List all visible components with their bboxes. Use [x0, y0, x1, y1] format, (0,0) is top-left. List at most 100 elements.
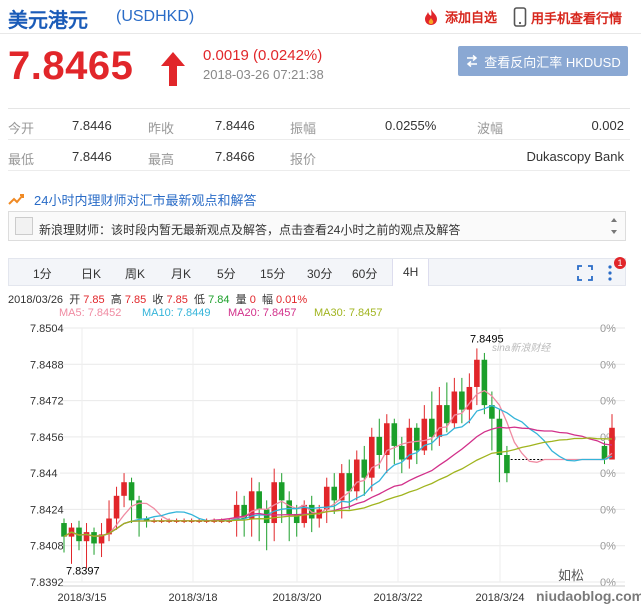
amplitude-label: 振幅 — [290, 121, 317, 136]
expert-message-box[interactable]: 新浪理财师：该时段内暂无最新观点及解答，点击查看24小时之前的观点及解答 — [8, 211, 626, 241]
x-tick-label: 2018/3/18 — [169, 592, 218, 604]
expert-heading[interactable]: 24小时内理财师对汇市最新观点和解答 — [8, 190, 256, 209]
candle-body — [414, 427, 420, 451]
reverse-rate-button[interactable]: 查看反向汇率 HKDUSD — [458, 46, 628, 76]
expert-heading-label: 24小时内理财师对汇市最新观点和解答 — [34, 193, 257, 208]
low-label: 最低 — [8, 152, 35, 167]
currency-code: (USDHKD) — [116, 8, 195, 25]
tab-monthly[interactable]: 月K — [171, 265, 191, 282]
y-tick-label: 7.8472 — [30, 396, 64, 408]
candle-body — [61, 523, 67, 537]
right-tick-label: 0% — [600, 359, 616, 371]
tab-60min[interactable]: 60分 — [352, 265, 377, 282]
tab-1min[interactable]: 1分 — [33, 265, 52, 282]
bar-volume-label: 量 — [235, 294, 247, 306]
price-change: 0.0019 (0.0242%) — [203, 47, 323, 64]
quote-timestamp: 2018-03-26 07:21:38 — [203, 67, 324, 82]
y-tick-label: 7.8488 — [30, 359, 64, 371]
swap-icon — [467, 54, 478, 68]
bar-high-label: 高 — [110, 294, 122, 306]
prev-close-value: 7.8446 — [215, 118, 255, 133]
reverse-rate-label: 查看反向汇率 HKDUSD — [484, 54, 621, 70]
candle-body — [83, 532, 90, 542]
stats-table: 今开 7.8446 昨收 7.8446 振幅 0.0255% 波幅 0.002 … — [8, 108, 630, 171]
bar-low-label: 低 — [194, 294, 206, 306]
bar-amp-label: 幅 — [261, 294, 273, 306]
tab-5min[interactable]: 5分 — [217, 265, 236, 282]
tab-15min[interactable]: 15分 — [260, 265, 285, 282]
low-value: 7.8446 — [72, 149, 112, 164]
bar-amp-value: 0.01% — [276, 294, 308, 306]
candle-body — [496, 418, 503, 455]
avatar — [15, 217, 33, 235]
author-watermark: 如松 — [558, 568, 584, 583]
scroll-arrows-icon[interactable] — [609, 215, 619, 237]
bar-close-value: 7.85 — [166, 294, 188, 306]
y-tick-label: 7.8408 — [30, 541, 64, 553]
right-tick-label: 0% — [600, 396, 616, 408]
wave-value: 0.002 — [591, 118, 624, 133]
right-tick-label: 0% — [600, 323, 616, 335]
more-icon[interactable] — [607, 264, 613, 282]
open-label: 今开 — [8, 121, 35, 136]
chart-trend-icon — [8, 193, 24, 205]
add-watchlist-label: 添加自选 — [445, 10, 498, 25]
notification-badge: 1 — [614, 257, 626, 269]
quote-source-value: Dukascopy Bank — [526, 149, 624, 164]
candle-body — [323, 486, 330, 510]
candle-body — [399, 445, 405, 460]
x-tick-label: 2018/3/15 — [58, 592, 107, 604]
candle-body — [128, 482, 135, 501]
page-title: 美元港元 — [8, 10, 88, 32]
y-tick-label: 7.8424 — [30, 504, 64, 516]
stats-row: 最低 7.8446 最高 7.8466 报价 Dukascopy Bank — [8, 140, 630, 171]
page-header: 美元港元 (USDHKD) 添加自选 用手机查看行情 — [0, 0, 641, 34]
phone-icon — [513, 7, 527, 27]
tab-daily[interactable]: 日K — [81, 265, 101, 282]
candle-body — [91, 532, 97, 544]
high-label: 最高 — [148, 152, 175, 167]
x-tick-label: 2018/3/20 — [273, 592, 322, 604]
x-tick-label: 2018/3/24 — [476, 592, 525, 604]
right-tick-label: 0% — [600, 541, 616, 553]
right-tick-label: 0% — [600, 504, 616, 516]
fullscreen-icon[interactable] — [577, 265, 593, 281]
candle-body — [436, 405, 443, 437]
right-tick-label: 0% — [600, 468, 616, 480]
stats-row: 今开 7.8446 昨收 7.8446 振幅 0.0255% 波幅 0.002 — [8, 109, 630, 140]
candle-body — [459, 391, 465, 410]
candle-body — [391, 423, 398, 446]
up-arrow-icon — [161, 52, 185, 86]
tab-weekly[interactable]: 周K — [125, 265, 145, 282]
wave-label: 波幅 — [477, 121, 504, 136]
add-watchlist-button[interactable]: 添加自选 — [421, 7, 497, 26]
bar-high-value: 7.85 — [124, 294, 147, 306]
bar-open-value: 7.85 — [83, 294, 105, 306]
candle-body — [256, 491, 262, 510]
candle-body — [444, 405, 450, 424]
candle-body — [263, 509, 270, 524]
tab-30min[interactable]: 30分 — [307, 265, 332, 282]
mobile-view-label: 用手机查看行情 — [531, 10, 623, 26]
candle-body — [361, 459, 368, 478]
bar-date: 2018/03/26 — [8, 294, 64, 306]
high-value: 7.8466 — [215, 149, 255, 164]
blog-watermark: niudaoblog.com — [536, 588, 641, 604]
candle-body — [376, 436, 383, 455]
candlestick-chart[interactable]: 7.8504 0% 7.8488 0% 7.8472 0% 7.8456 0% 7.844 0% 7… — [0, 318, 641, 614]
expert-message: 新浪理财师：该时段内暂无最新观点及解答，点击查看24小时之前的观点及解答 — [39, 223, 461, 237]
tab-4h[interactable]: 4H — [392, 259, 430, 286]
mobile-view-button[interactable]: 用手机查看行情 — [513, 7, 622, 27]
candle-body — [278, 482, 285, 501]
y-tick-label: 7.8392 — [30, 577, 64, 589]
candle-body — [429, 418, 435, 437]
candle-body — [504, 455, 510, 474]
flame-icon — [425, 8, 437, 25]
y-tick-label: 7.8456 — [30, 432, 64, 444]
bar-info: 2018/03/26 开 7.85 高 7.85 收 7.85 低 7.84 量… — [8, 291, 307, 307]
period-tabs: 1分 日K 周K 月K 5分 15分 30分 60分 4H 1 — [8, 257, 626, 286]
x-tick-label: 2018/3/22 — [374, 592, 423, 604]
candle-body — [121, 482, 127, 496]
amplitude-value: 0.0255% — [385, 118, 437, 133]
sina-watermark: sina新浪财经 — [492, 342, 551, 354]
